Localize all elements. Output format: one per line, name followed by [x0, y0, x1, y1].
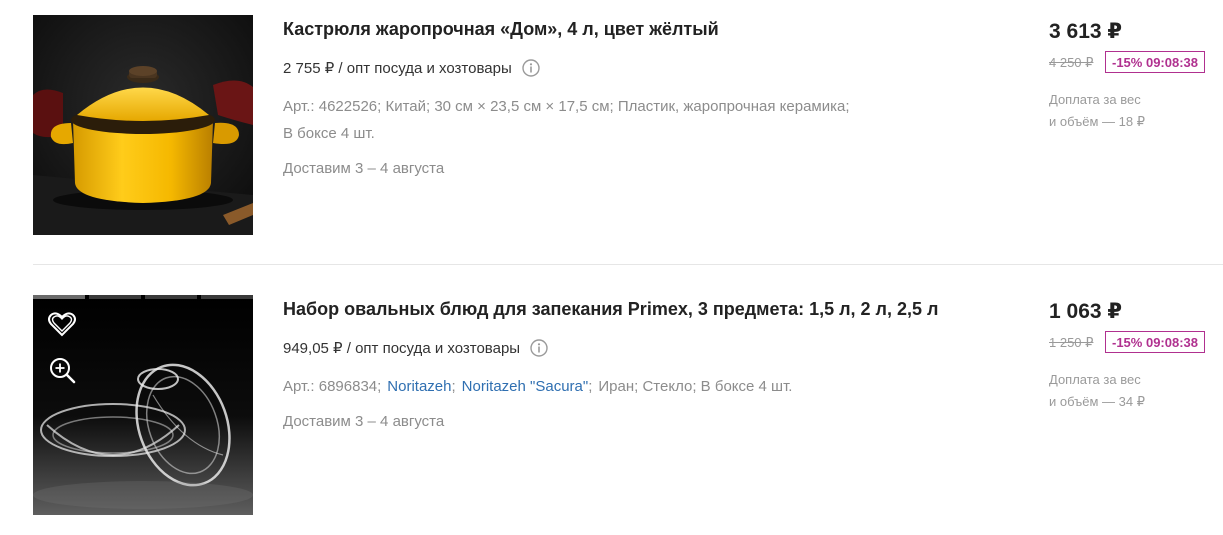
- opt-price: 949,05 ₽ / опт посуда и хозтовары: [283, 339, 548, 357]
- product-meta: Арт.: 6896834; Noritazeh; Noritazeh "Sacur…: [283, 373, 923, 400]
- zoom-icon[interactable]: [47, 355, 77, 385]
- surcharge-line: и объём — 18 ₽: [1049, 114, 1145, 129]
- surcharge-line: Доплата за вес: [1049, 92, 1141, 107]
- heart-icon[interactable]: [47, 309, 77, 339]
- delivery-date: Доставим 3 – 4 августа: [283, 160, 445, 177]
- brand-link[interactable]: Noritazeh: [387, 378, 451, 395]
- product-card: Кастрюля жаропрочная «Дом», 4 л, цвет жё…: [0, 15, 1223, 255]
- product-title[interactable]: Кастрюля жаропрочная «Дом», 4 л, цвет жё…: [283, 19, 719, 40]
- discount-badge: -15% 09:08:38: [1105, 331, 1205, 353]
- product-image[interactable]: [33, 15, 253, 235]
- opt-price: 2 755 ₽ / опт посуда и хозтовары: [283, 59, 540, 77]
- product-image[interactable]: [33, 295, 253, 515]
- meta-separator: ;: [588, 378, 593, 395]
- opt-price-text: 949,05 ₽ / опт посуда и хозтовары: [283, 340, 521, 357]
- gallery-dot[interactable]: [89, 295, 141, 299]
- meta-line: Арт.: 6896834; Noritazeh; Noritazeh "Sacur…: [283, 373, 923, 400]
- surcharge-note: Доплата за вес и объём — 18 ₽: [1049, 89, 1145, 133]
- surcharge-line: и объём — 34 ₽: [1049, 394, 1145, 409]
- current-price: 3 613 ₽: [1049, 20, 1122, 43]
- divider: [33, 264, 1223, 265]
- product-card: Набор овальных блюд для запекания Primex…: [0, 295, 1223, 535]
- yellow-pot-image: [33, 15, 253, 235]
- info-icon[interactable]: [522, 59, 540, 77]
- meta-art: Арт.: 6896834;: [283, 378, 382, 395]
- current-price: 1 063 ₽: [1049, 300, 1122, 323]
- gallery-dot[interactable]: [201, 295, 253, 299]
- delivery-date: Доставим 3 – 4 августа: [283, 413, 445, 430]
- surcharge-note: Доплата за вес и объём — 34 ₽: [1049, 369, 1145, 413]
- gallery-indicator: [33, 295, 253, 299]
- brand-link[interactable]: Noritazeh "Sacura": [462, 378, 589, 395]
- old-price: 4 250 ₽: [1049, 55, 1094, 70]
- product-meta: Арт.: 4622526; Китай; 30 см × 23,5 см × …: [283, 93, 923, 147]
- gallery-dot[interactable]: [145, 295, 197, 299]
- meta-rest: Иран; Стекло; В боксе 4 шт.: [598, 378, 793, 395]
- meta-separator: ;: [451, 378, 456, 395]
- surcharge-line: Доплата за вес: [1049, 372, 1141, 387]
- meta-line: В боксе 4 шт.: [283, 125, 375, 142]
- discount-badge: -15% 09:08:38: [1105, 51, 1205, 73]
- meta-line: Арт.: 4622526; Китай; 30 см × 23,5 см × …: [283, 98, 850, 115]
- gallery-dot[interactable]: [33, 295, 85, 299]
- opt-price-text: 2 755 ₽ / опт посуда и хозтовары: [283, 60, 512, 77]
- info-icon[interactable]: [530, 339, 548, 357]
- old-price: 1 250 ₽: [1049, 335, 1094, 350]
- product-title[interactable]: Набор овальных блюд для запекания Primex…: [283, 299, 938, 320]
